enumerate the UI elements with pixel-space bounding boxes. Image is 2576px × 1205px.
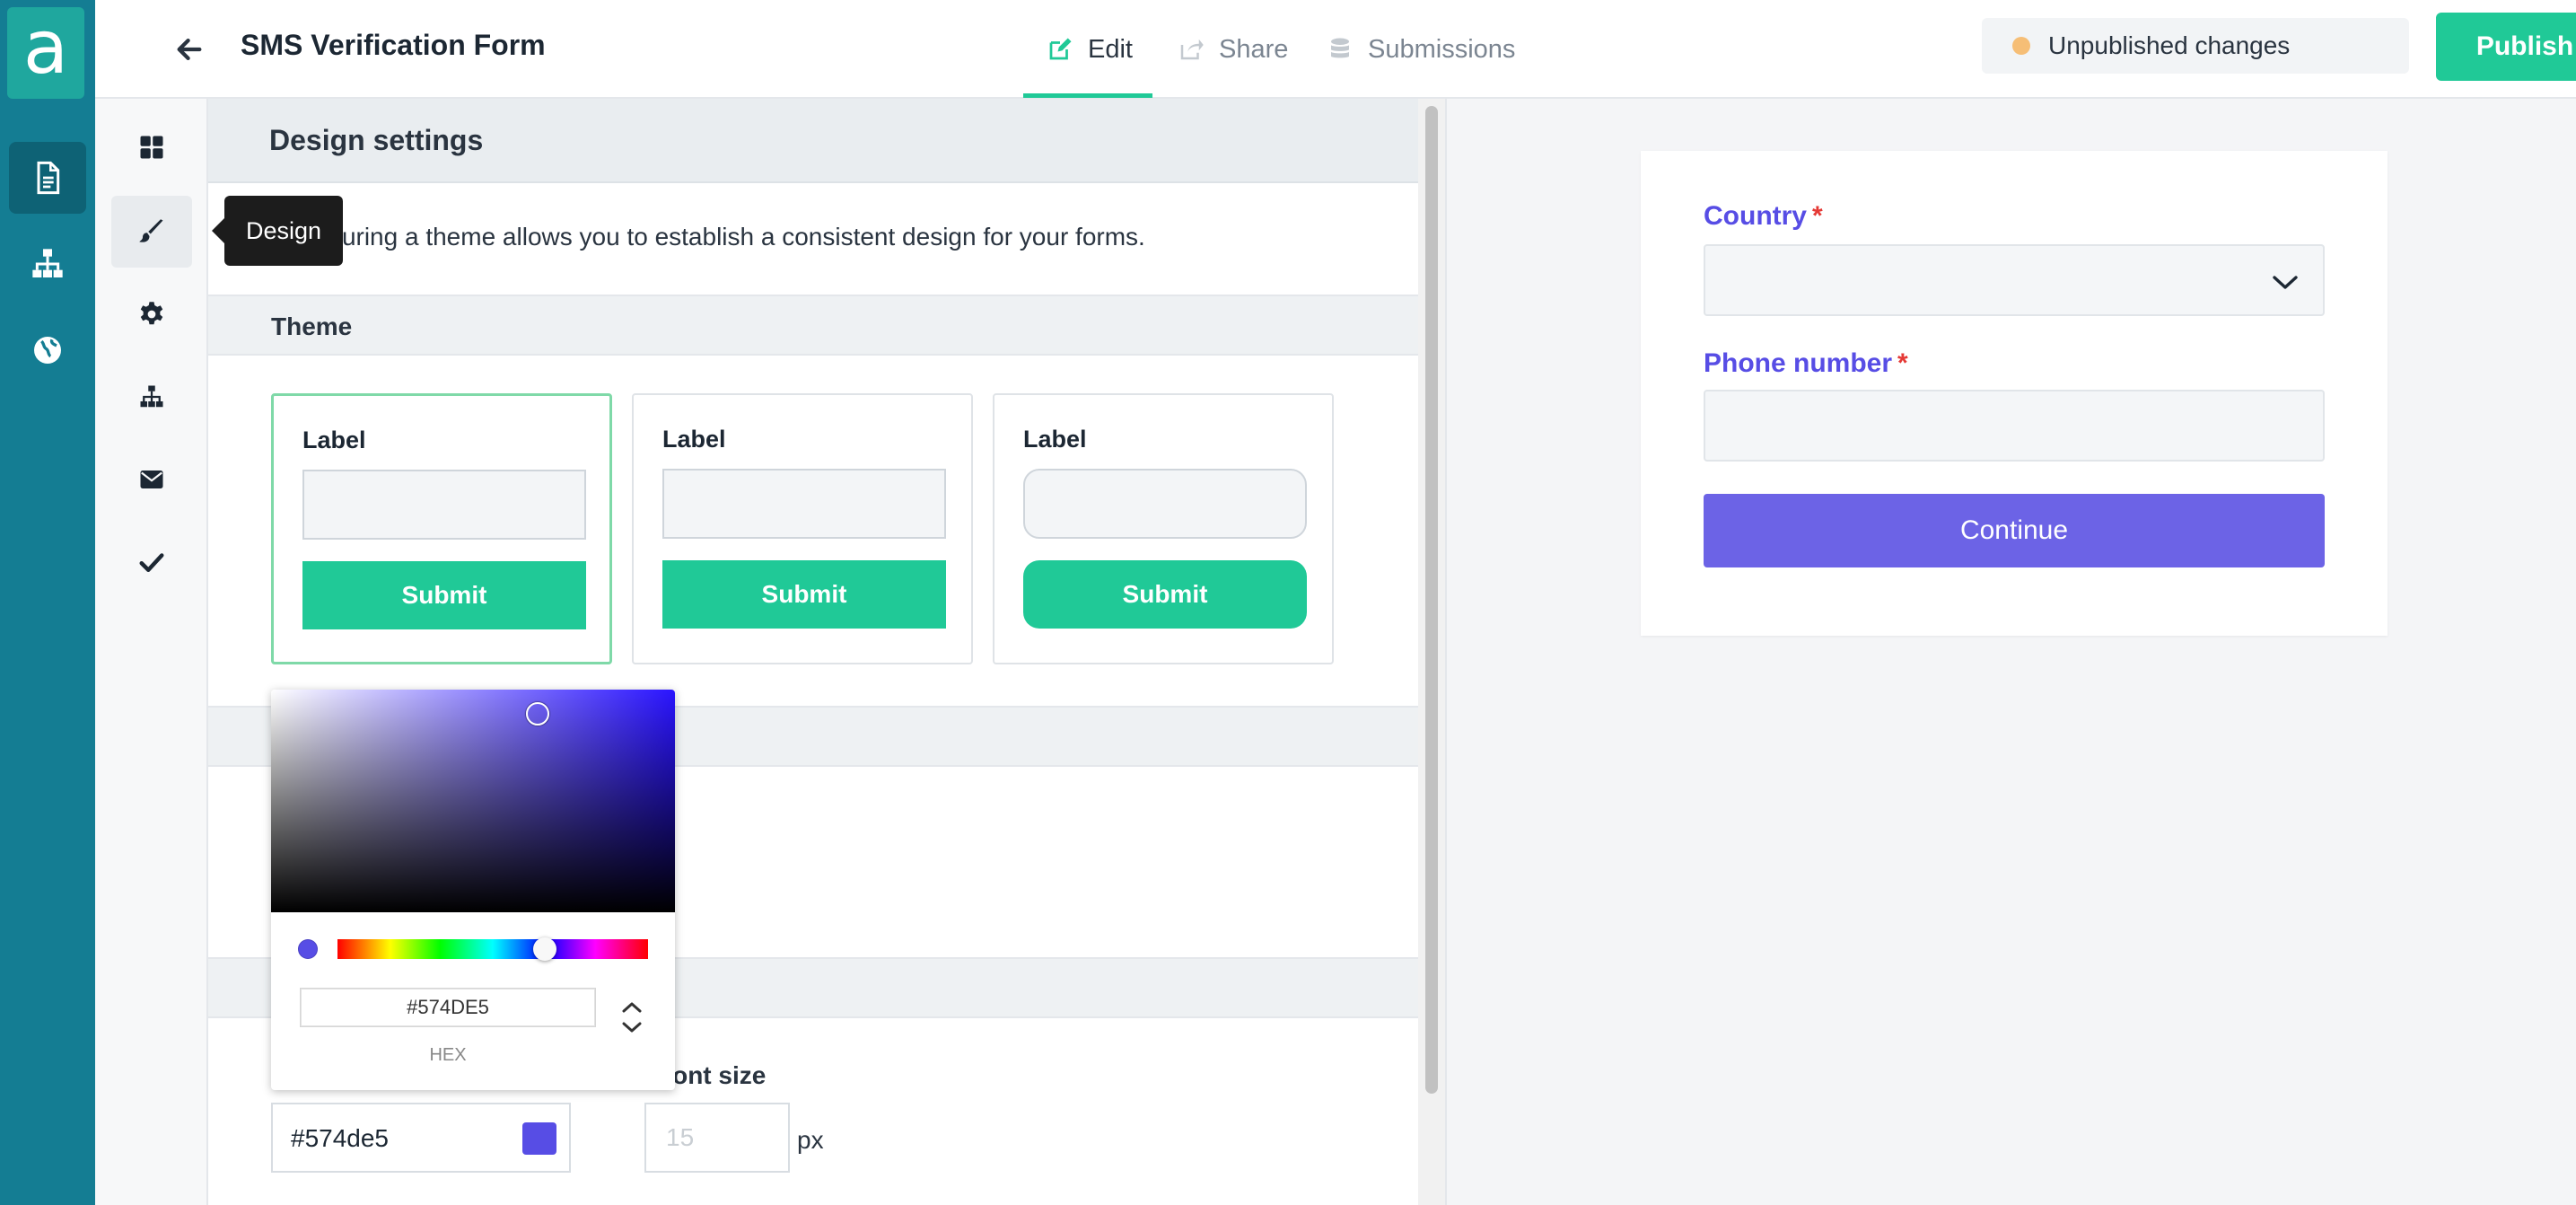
gear-icon — [140, 302, 163, 325]
hex-input[interactable]: #574DE5 — [300, 988, 596, 1027]
subnav-design-button[interactable] — [111, 196, 192, 268]
panel-header: Design settings — [208, 99, 1418, 183]
theme-preview-label: Label — [1023, 426, 1087, 453]
paintbrush-icon — [139, 219, 163, 242]
theme-preview-input — [302, 470, 586, 540]
preview-divider — [1445, 99, 1447, 1205]
phone-label: Phone number * — [1704, 348, 1908, 379]
color-preview-dot — [298, 939, 318, 959]
tab-share-label: Share — [1219, 34, 1289, 64]
tab-edit-label: Edit — [1088, 34, 1133, 64]
theme-section-title: Theme — [271, 312, 353, 340]
theme-preview-label: Label — [302, 427, 366, 453]
tab-share[interactable]: Share — [1178, 0, 1288, 99]
document-icon — [37, 161, 60, 195]
panel-scrollbar-thumb[interactable] — [1425, 106, 1438, 1094]
theme-preview-label: Label — [662, 426, 726, 453]
share-icon — [1180, 39, 1204, 60]
theme-preview-input — [1023, 469, 1307, 539]
phone-input[interactable] — [1704, 390, 2325, 462]
back-button[interactable] — [167, 27, 212, 72]
arrow-left-icon — [177, 38, 202, 61]
top-bar: SMS Verification Form Edit Share Submiss… — [95, 0, 2576, 99]
form-preview: Country * Phone number * Continue — [1641, 151, 2388, 636]
status-text: Unpublished changes — [2048, 31, 2291, 59]
hex-caption: HEX — [429, 1045, 467, 1065]
active-tab-indicator — [1023, 93, 1152, 98]
font-size-field[interactable] — [644, 1103, 790, 1173]
publish-button[interactable]: Publish — [2436, 13, 2576, 81]
font-size-unit: px — [797, 1126, 824, 1154]
phone-label-text: Phone number — [1704, 348, 1893, 378]
grid-icon — [140, 136, 163, 159]
continue-button[interactable]: Continue — [1704, 494, 2325, 567]
color-field-value: #574de5 — [291, 1124, 390, 1152]
saturation-area[interactable] — [271, 690, 675, 912]
subnav-fields-button[interactable] — [111, 111, 192, 183]
edit-icon — [1049, 38, 1072, 60]
country-label-text: Country — [1704, 201, 1807, 231]
sitemap-icon — [32, 249, 63, 277]
tab-submissions-label: Submissions — [1368, 34, 1516, 64]
app-rail: a — [0, 0, 95, 1205]
theme-preview-button: Submit — [1023, 560, 1307, 629]
form-title: SMS Verification Form — [241, 29, 546, 61]
rail-forms-button[interactable] — [9, 142, 86, 214]
subnav-logic-button[interactable] — [111, 361, 192, 433]
builder-subnav — [95, 99, 208, 1205]
subnav-email-button[interactable] — [111, 444, 192, 515]
color-field[interactable]: #574de5 — [271, 1103, 571, 1173]
required-mark: * — [1812, 201, 1823, 231]
format-toggle-button[interactable] — [616, 995, 648, 1040]
checkmark-icon — [139, 553, 164, 572]
database-icon — [1331, 38, 1349, 58]
globe-icon — [34, 337, 61, 364]
design-tooltip: Design — [212, 196, 343, 266]
tab-edit[interactable]: Edit — [1047, 0, 1133, 99]
theme-option-rounded[interactable]: Label Submit — [993, 393, 1334, 664]
subnav-settings-button[interactable] — [111, 278, 192, 350]
theme-preview-input — [662, 469, 946, 539]
color-swatch[interactable] — [522, 1122, 556, 1155]
panel-description: Configuring a theme allows you to establ… — [269, 223, 1145, 251]
theme-preview-button: Submit — [302, 561, 586, 629]
rail-sites-button[interactable] — [9, 314, 86, 386]
theme-section-header: Theme — [208, 295, 1418, 356]
up-down-arrows-icon — [622, 1002, 642, 1033]
theme-option-flat[interactable]: Label Submit — [632, 393, 973, 664]
saturation-handle[interactable] — [526, 702, 549, 726]
app-logo[interactable]: a — [7, 7, 84, 99]
sitemap-icon — [140, 385, 163, 408]
color-picker: #574DE5 HEX — [271, 690, 675, 1090]
required-mark: * — [1897, 348, 1908, 378]
tab-submissions[interactable]: Submissions — [1327, 0, 1515, 99]
chevron-down-icon — [2273, 276, 2298, 289]
theme-preview-button: Submit — [662, 560, 946, 629]
panel-title: Design settings — [269, 124, 484, 156]
status-dot — [2012, 37, 2030, 55]
rail-workflows-button[interactable] — [9, 228, 86, 300]
envelope-icon — [140, 471, 163, 488]
unpublished-status: Unpublished changes — [1982, 18, 2409, 74]
theme-option-square[interactable]: Label Submit — [271, 393, 612, 664]
hue-slider-handle[interactable] — [533, 937, 556, 961]
country-select[interactable] — [1704, 244, 2325, 316]
subnav-confirmation-button[interactable] — [111, 526, 192, 598]
country-label: Country * — [1704, 201, 1823, 232]
font-size-input[interactable] — [646, 1104, 788, 1171]
hue-slider[interactable] — [337, 939, 648, 959]
